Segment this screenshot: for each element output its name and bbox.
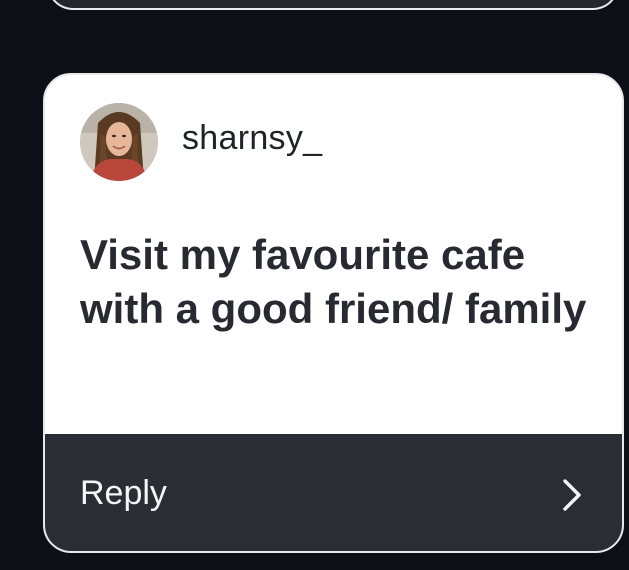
author-row[interactable]: sharnsy_ (80, 103, 322, 181)
chevron-right-icon (558, 477, 586, 513)
prompt-text: Visit my favourite cafe with a good frie… (80, 231, 587, 332)
avatar[interactable] (80, 103, 158, 181)
avatar-photo-icon (80, 103, 158, 181)
card-body: sharnsy_ Visit my favourite cafe with a … (45, 75, 622, 434)
previous-card[interactable] (47, 0, 619, 10)
screen: sharnsy_ Visit my favourite cafe with a … (0, 0, 629, 570)
reply-button[interactable]: Reply (45, 434, 622, 551)
add-yours-card[interactable]: sharnsy_ Visit my favourite cafe with a … (43, 73, 624, 553)
username[interactable]: sharnsy_ (182, 119, 322, 158)
reply-label: Reply (80, 474, 167, 512)
